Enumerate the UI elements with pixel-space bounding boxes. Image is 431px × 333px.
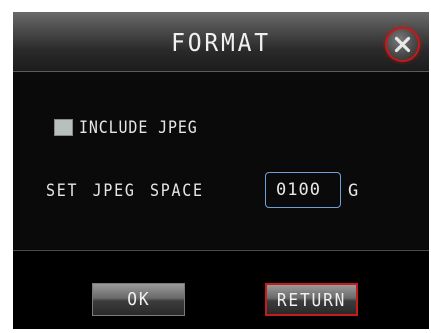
- close-button[interactable]: [387, 29, 418, 60]
- jpeg-space-unit: G: [348, 181, 359, 201]
- ok-button[interactable]: OK: [92, 283, 185, 316]
- include-jpeg-checkbox[interactable]: [54, 119, 73, 136]
- return-button[interactable]: RETURN: [265, 283, 358, 316]
- include-jpeg-label: INCLUDE JPEG: [79, 118, 198, 138]
- dialog-footer: [13, 250, 429, 329]
- return-button-label: RETURN: [276, 290, 347, 311]
- format-dialog: FORMAT INCLUDE JPEG SET JPEG SPACE 0100 …: [13, 12, 429, 329]
- dialog-title: FORMAT: [171, 28, 271, 57]
- dialog-titlebar: FORMAT: [13, 12, 429, 72]
- ok-button-label: OK: [126, 289, 151, 310]
- jpeg-space-label: SET JPEG SPACE: [46, 181, 204, 201]
- dialog-body: [13, 72, 429, 249]
- jpeg-space-input[interactable]: 0100: [265, 172, 341, 208]
- close-x-icon: [394, 36, 411, 53]
